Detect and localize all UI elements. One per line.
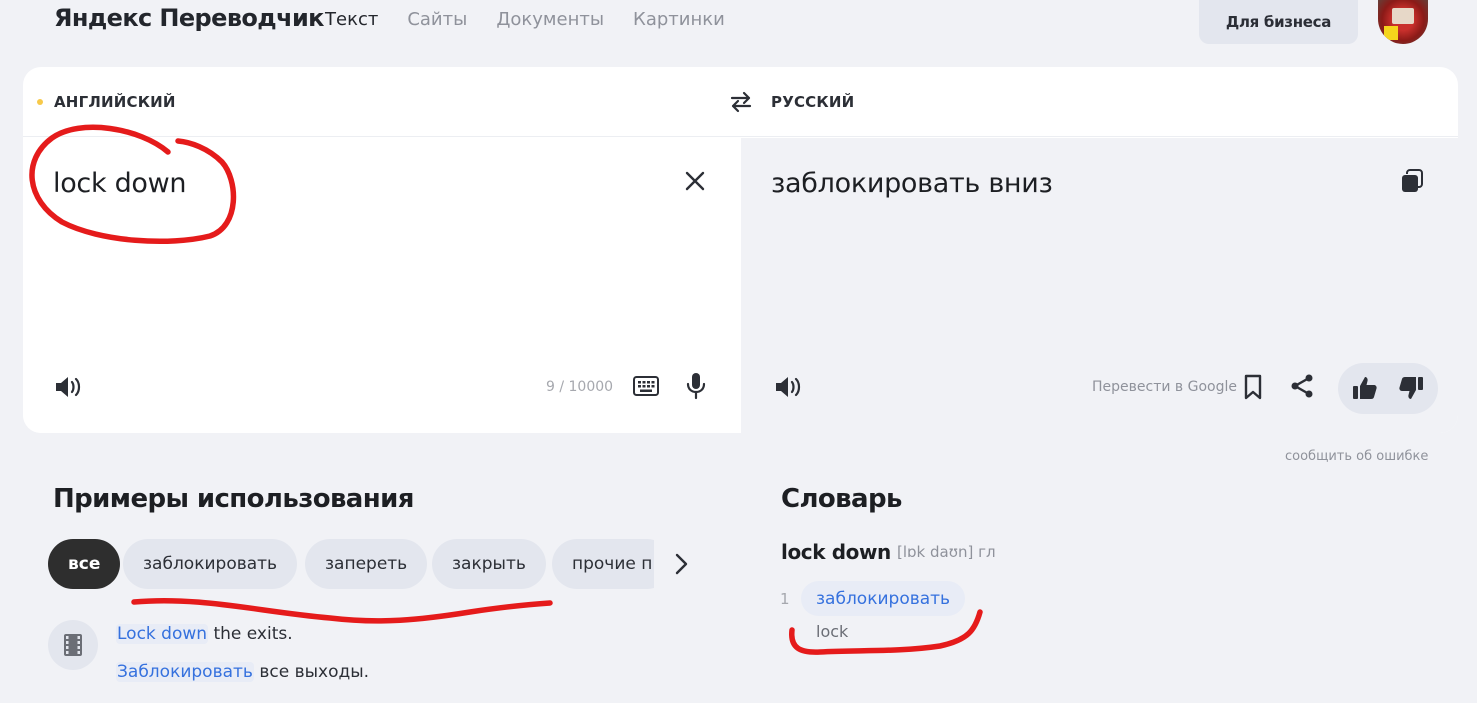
business-button[interactable]: Для бизнеса: [1199, 0, 1358, 44]
dictionary-entry-number: 1: [780, 590, 790, 608]
dictionary-synonym: lock: [816, 622, 849, 641]
examples-title: Примеры использования: [53, 484, 414, 514]
clear-icon[interactable]: [683, 169, 707, 193]
translation-pane: заблокировать вниз Перевести в Google: [741, 138, 1458, 433]
example-sentence-source: Lock down the exits.: [116, 624, 293, 644]
chevron-right-icon[interactable]: [671, 552, 691, 576]
chip-close[interactable]: закрыть: [432, 539, 546, 589]
main-nav: Текст Сайты Документы Картинки: [325, 9, 725, 30]
thumb-down-icon[interactable]: [1398, 375, 1424, 401]
nav-tab-sites[interactable]: Сайты: [407, 9, 467, 30]
chip-all[interactable]: все: [48, 539, 121, 589]
source-language-label: АНГЛИЙСКИЙ: [54, 93, 176, 111]
nav-tab-documents[interactable]: Документы: [496, 9, 604, 30]
example-highlight-translation[interactable]: Заблокировать: [116, 662, 254, 682]
nav-tab-text[interactable]: Текст: [325, 9, 378, 30]
translator-card: АНГЛИЙСКИЙ РУССКИЙ lock down 9 / 10000 з…: [23, 67, 1458, 433]
example-highlight-source[interactable]: Lock down: [116, 624, 209, 644]
annotation-underline-chips: [131, 597, 553, 624]
avatar[interactable]: [1378, 0, 1428, 44]
dictionary-translation-pill[interactable]: заблокировать: [801, 581, 966, 616]
source-input[interactable]: lock down: [53, 168, 187, 199]
example-text-translation: все выходы.: [253, 662, 370, 682]
copy-icon[interactable]: [1401, 169, 1423, 193]
source-language-dot: [37, 99, 43, 105]
keyboard-icon[interactable]: [633, 376, 659, 396]
chip-other[interactable]: прочие п: [552, 539, 654, 589]
dictionary-headword: lock down: [781, 540, 891, 564]
speaker-icon[interactable]: [774, 375, 802, 399]
film-icon: [64, 634, 82, 656]
example-sentence-translation: Заблокировать все выходы.: [116, 662, 369, 682]
feedback-buttons: [1338, 363, 1438, 414]
char-counter: 9 / 10000: [546, 379, 614, 395]
source-pane: lock down 9 / 10000: [23, 138, 741, 433]
share-icon[interactable]: [1289, 373, 1315, 399]
translate-in-google-link[interactable]: Перевести в Google: [1092, 379, 1237, 395]
example-filter-chips: все заблокировать запереть закрыть прочи…: [48, 539, 654, 589]
swap-icon[interactable]: [729, 91, 753, 113]
microphone-icon[interactable]: [685, 372, 707, 400]
example-source-badge: [48, 620, 98, 670]
speaker-icon[interactable]: [54, 375, 82, 399]
bookmark-icon[interactable]: [1243, 374, 1263, 400]
chip-lock[interactable]: запереть: [305, 539, 428, 589]
header: Яндекс Переводчик Текст Сайты Документы …: [0, 0, 1477, 44]
report-error-link[interactable]: сообщить об ошибке: [1285, 449, 1428, 464]
language-row: АНГЛИЙСКИЙ РУССКИЙ: [23, 67, 1458, 137]
target-language-selector[interactable]: РУССКИЙ: [771, 93, 854, 111]
dictionary-transcription: [lɒk daʊn] гл: [897, 543, 996, 561]
logo[interactable]: Яндекс Переводчик: [54, 4, 324, 32]
example-text-source: the exits.: [208, 624, 293, 644]
source-language-selector[interactable]: АНГЛИЙСКИЙ: [37, 93, 176, 111]
avatar-screen: [1392, 8, 1414, 24]
translation-output: заблокировать вниз: [771, 168, 1053, 199]
dictionary-title: Словарь: [781, 484, 902, 514]
chip-block[interactable]: заблокировать: [123, 539, 298, 589]
nav-tab-images[interactable]: Картинки: [633, 9, 725, 30]
thumb-up-icon[interactable]: [1352, 375, 1378, 401]
avatar-tag: [1384, 26, 1398, 40]
